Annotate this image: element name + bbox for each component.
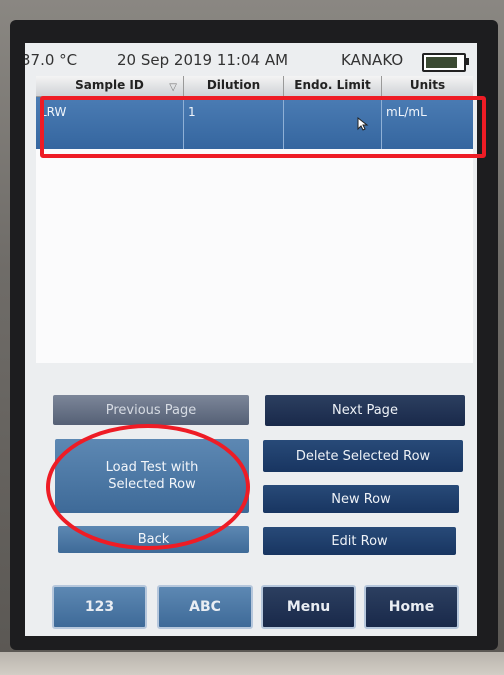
battery-icon	[422, 53, 466, 72]
column-header-endo-limit[interactable]: Endo. Limit	[284, 76, 382, 96]
next-page-button[interactable]: Next Page	[265, 395, 465, 426]
status-bar: 37.0 °C 20 Sep 2019 11:04 AM KANAKO	[25, 47, 477, 77]
column-header-sample-id[interactable]: Sample ID ▽	[36, 76, 184, 96]
temperature-readout: 37.0 °C	[25, 51, 78, 69]
date-time: 20 Sep 2019 11:04 AM	[117, 51, 289, 69]
alpha-keyboard-button[interactable]: ABC	[157, 585, 253, 629]
column-header-units[interactable]: Units	[382, 76, 473, 96]
sort-icon: ▽	[169, 82, 177, 93]
device-bottom	[0, 652, 504, 675]
table-header: Sample ID ▽ Dilution Endo. Limit Units	[36, 76, 473, 97]
edit-row-button[interactable]: Edit Row	[263, 527, 456, 555]
new-row-button[interactable]: New Row	[263, 485, 459, 513]
user-name: KANAKO	[341, 51, 404, 69]
battery-tip	[466, 58, 469, 65]
battery-level-fill	[426, 57, 457, 68]
highlight-ellipse	[46, 424, 250, 550]
home-button[interactable]: Home	[364, 585, 459, 629]
column-header-dilution[interactable]: Dilution	[184, 76, 284, 96]
numeric-keyboard-button[interactable]: 123	[52, 585, 147, 629]
delete-selected-row-button[interactable]: Delete Selected Row	[263, 440, 463, 472]
menu-button[interactable]: Menu	[261, 585, 356, 629]
previous-page-button[interactable]: Previous Page	[53, 395, 249, 425]
highlight-rectangle	[40, 96, 486, 158]
